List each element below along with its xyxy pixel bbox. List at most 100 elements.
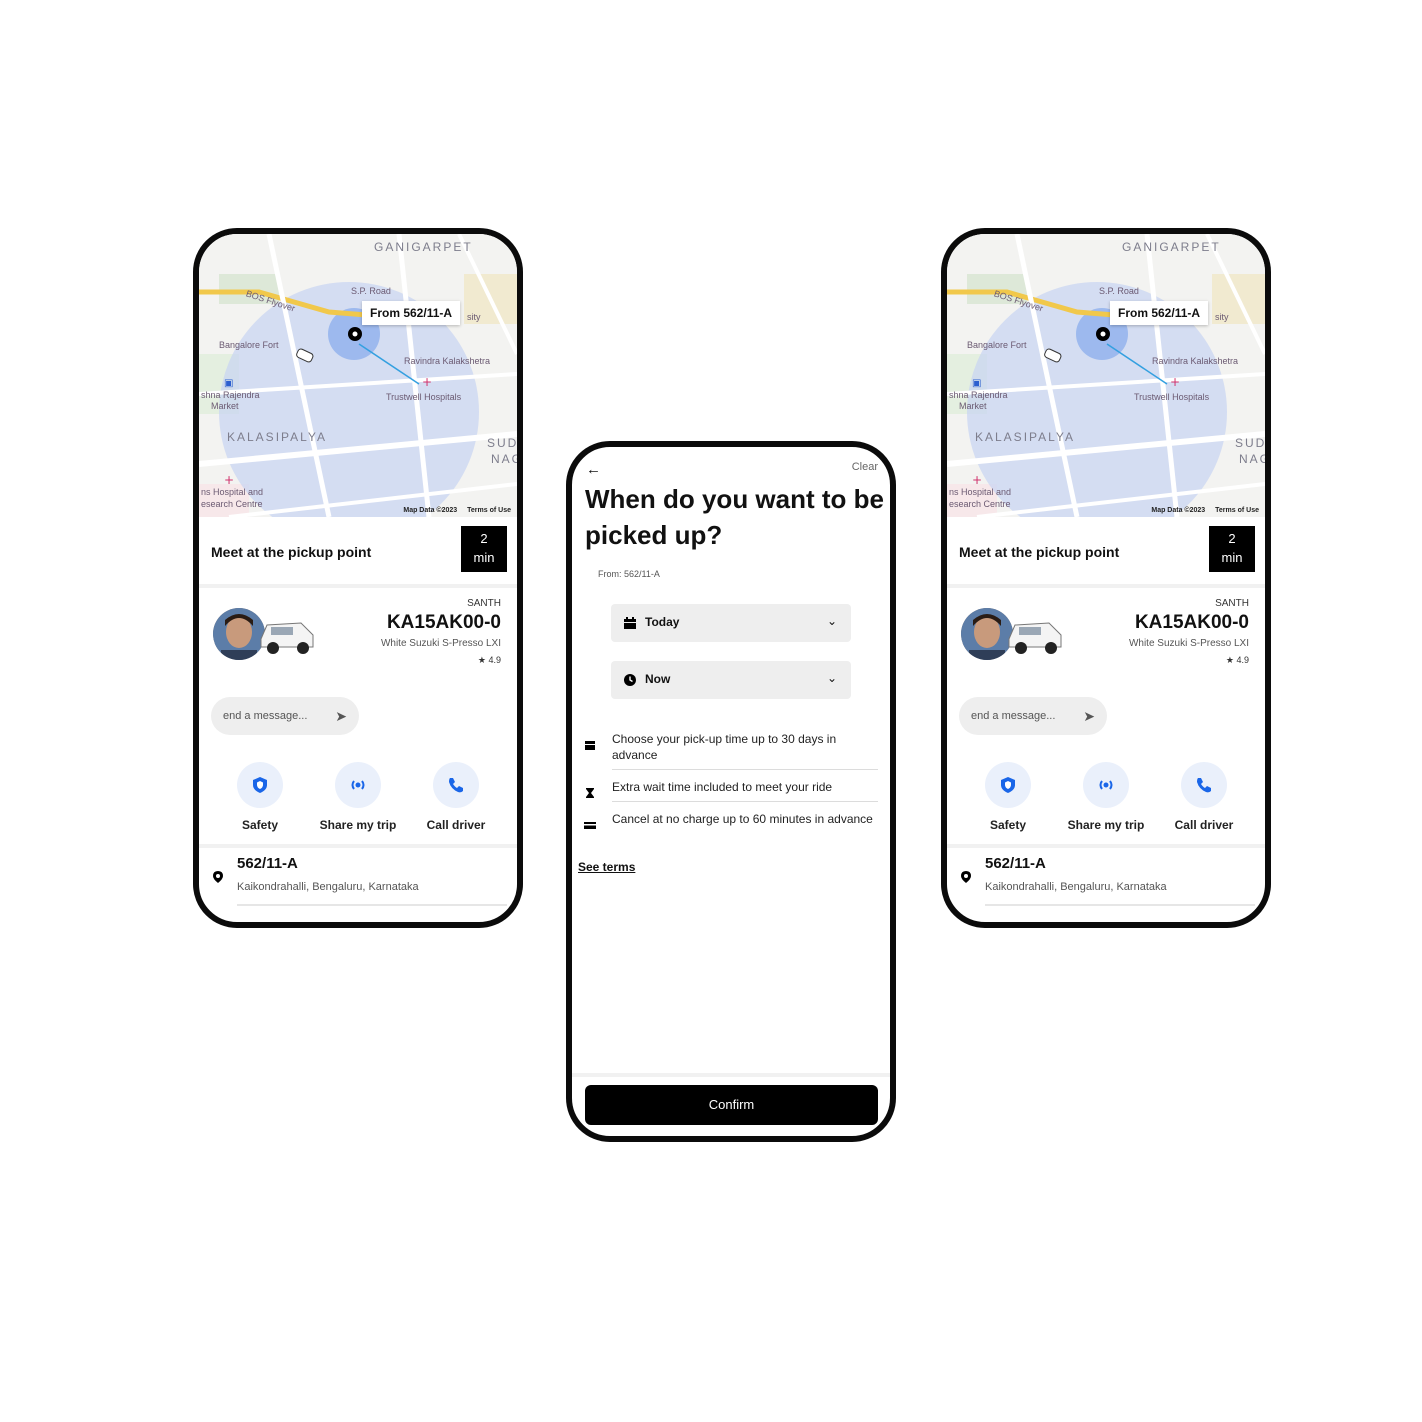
svg-text:+: + (1170, 375, 1180, 389)
map-view[interactable]: ▣ + + GANIGARPET KALASIPALYA SUDH NAG BO… (199, 234, 517, 517)
svg-text:+: + (224, 473, 234, 487)
star-icon: ★ (1225, 655, 1234, 665)
map-label-sp-road: S.P. Road (1099, 286, 1139, 296)
section-divider (947, 844, 1265, 848)
back-arrow-icon[interactable]: ← (586, 461, 601, 478)
license-plate: KA15AK00-0 (386, 612, 501, 633)
map-label-sudh: SUDH (1235, 436, 1267, 450)
map-credit: Map Data ©2023 Terms of Use (1151, 507, 1259, 514)
message-placeholder: end a message... (971, 710, 1056, 722)
map-label-market1: shna Rajendra (949, 390, 1008, 400)
map-label-ity: sity (1215, 312, 1229, 322)
send-arrow-icon[interactable]: ➤ (335, 697, 347, 735)
map-view[interactable]: ▣ + + GANIGARPET KALASIPALYA SUDH NAG BO… (947, 234, 1265, 517)
map-label-ity: sity (467, 312, 481, 322)
eta-value: 2 (480, 531, 488, 546)
meet-text: Meet at the pickup point (211, 544, 372, 560)
map-label-fort: Bangalore Fort (219, 340, 279, 350)
footer-divider (572, 1073, 890, 1077)
map-terms-link[interactable]: Terms of Use (1215, 507, 1259, 514)
address-underline (237, 904, 507, 906)
pickup-from-text: From: 562/11-A (598, 569, 660, 579)
map-label-trustwell: Trustwell Hospitals (1134, 392, 1210, 402)
car-model: White Suzuki S-Presso LXI (380, 638, 501, 649)
safety-button[interactable]: Safety (220, 762, 300, 832)
call-driver-label: Call driver (426, 818, 486, 832)
see-terms-link[interactable]: See terms (578, 860, 635, 874)
map-label-market2: Market (211, 401, 239, 411)
page-title: When do you want to be picked up? (585, 484, 884, 550)
clear-button[interactable]: Clear (852, 461, 878, 473)
call-driver-button[interactable]: Call driver (1164, 762, 1244, 832)
map-terms-link[interactable]: Terms of Use (467, 507, 511, 514)
address-underline (985, 904, 1255, 906)
info-text: Cancel at no charge up to 60 minutes in … (612, 812, 873, 826)
map-label-kalakshetra: Ravindra Kalakshetra (404, 356, 491, 366)
eta-value: 2 (1228, 531, 1236, 546)
pickup-from-label: From 562/11-A (362, 301, 461, 325)
pickup-from-label: From 562/11-A (1110, 301, 1209, 325)
calendar-icon (624, 617, 636, 629)
confirm-button[interactable]: Confirm (585, 1085, 878, 1125)
address-title: 562/11-A (985, 855, 1046, 872)
message-input[interactable]: end a message... ➤ (211, 697, 359, 735)
safety-button[interactable]: Safety (968, 762, 1048, 832)
map-label-hospital1: ns Hospital and (201, 487, 264, 497)
svg-text:▣: ▣ (972, 378, 981, 389)
info-text: Extra wait time included to meet your ri… (612, 780, 833, 794)
section-divider (199, 584, 517, 588)
phone-icon (449, 778, 463, 793)
driver-name: SANTH (1215, 598, 1249, 609)
map-label-ganigarpet: GANIGARPET (374, 240, 473, 254)
day-select-value: Today (645, 615, 680, 629)
broadcast-icon (1099, 780, 1113, 790)
eta-badge: 2 min (1209, 526, 1255, 572)
car-model: White Suzuki S-Presso LXI (1128, 638, 1249, 649)
map-label-sp-road: S.P. Road (351, 286, 391, 296)
share-trip-label: Share my trip (1067, 818, 1145, 832)
eta-unit: min (1221, 550, 1243, 565)
section-divider (199, 844, 517, 848)
time-select[interactable]: Now ⌄ (611, 661, 851, 699)
map-label-market2: Market (959, 401, 987, 411)
driver-rating: ★ 4.9 (1225, 655, 1249, 665)
call-driver-button[interactable]: Call driver (416, 762, 496, 832)
hourglass-icon (586, 788, 594, 798)
eta-unit: min (473, 550, 495, 565)
map-label-trustwell: Trustwell Hospitals (386, 392, 462, 402)
map-label-market1: shna Rajendra (201, 390, 260, 400)
info-divider (612, 801, 878, 802)
call-driver-label: Call driver (1174, 818, 1234, 832)
eta-badge: 2 min (461, 526, 507, 572)
time-select-value: Now (645, 672, 671, 686)
driver-rating: ★ 4.9 (477, 655, 501, 665)
address-title: 562/11-A (237, 855, 298, 872)
map-label-hospital2: esearch Centre (949, 499, 1011, 509)
message-input[interactable]: end a message... ➤ (959, 697, 1107, 735)
location-pin-icon (961, 871, 971, 883)
svg-text:+: + (422, 375, 432, 389)
share-trip-button[interactable]: Share my trip (1066, 762, 1146, 832)
safety-label: Safety (989, 818, 1027, 832)
map-label-kalakshetra: Ravindra Kalakshetra (1152, 356, 1239, 366)
chevron-down-icon: ⌄ (826, 614, 837, 628)
address-subtitle: Kaikondrahalli, Bengaluru, Karnataka (985, 881, 1167, 893)
section-divider (947, 584, 1265, 588)
calendar-icon (585, 741, 595, 750)
broadcast-icon (351, 780, 365, 790)
day-select[interactable]: Today ⌄ (611, 604, 851, 642)
phone-icon (1197, 778, 1211, 793)
clock-icon (624, 674, 636, 686)
safety-label: Safety (241, 818, 279, 832)
info-text: Choose your pick-up time up to 30 days i… (612, 732, 837, 762)
svg-text:+: + (972, 473, 982, 487)
share-trip-button[interactable]: Share my trip (318, 762, 398, 832)
map-label-kalasipalya: KALASIPALYA (227, 430, 328, 444)
shield-icon (1001, 777, 1015, 793)
send-arrow-icon[interactable]: ➤ (1083, 697, 1095, 735)
location-pin-icon (213, 871, 223, 883)
ride-status-screen-right: ▣ + + GANIGARPET KALASIPALYA SUDH NAG BO… (941, 228, 1271, 928)
info-divider (612, 769, 878, 770)
map-label-nag: NAG (491, 452, 523, 466)
car-image (257, 609, 317, 659)
